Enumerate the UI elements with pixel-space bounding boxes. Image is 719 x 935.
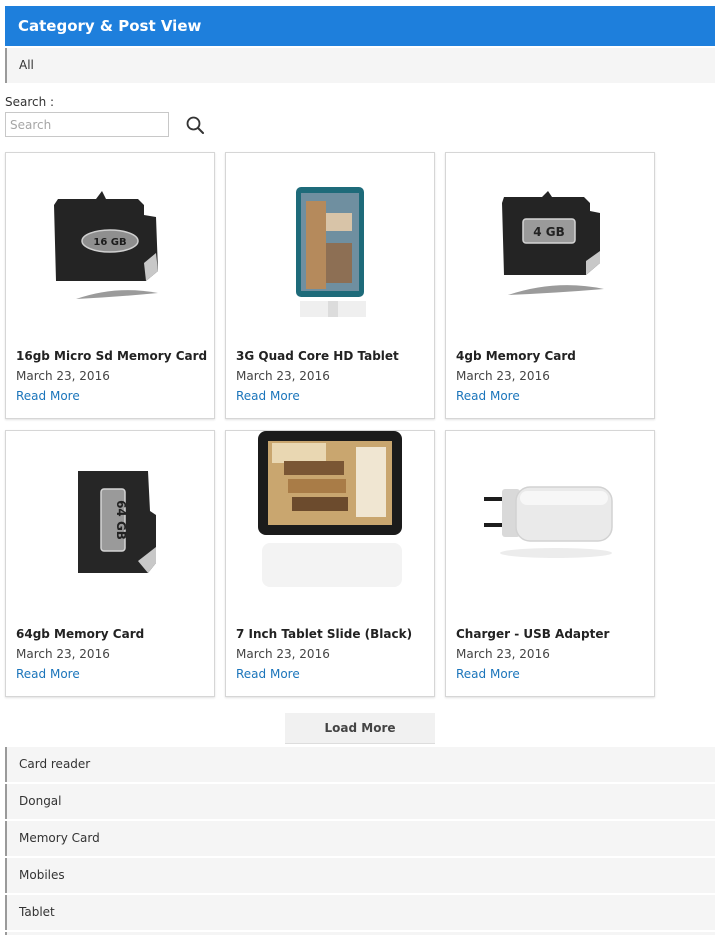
post-title[interactable]: Charger - USB Adapter [456, 627, 609, 641]
read-more-link[interactable]: Read More [456, 667, 520, 681]
category-item-tablet[interactable]: Tablet [5, 895, 715, 930]
post-date: March 23, 2016 [16, 647, 110, 661]
search-label: Search : [5, 95, 55, 109]
post-title[interactable]: 4gb Memory Card [456, 349, 576, 363]
product-image[interactable] [226, 153, 434, 333]
category-item-memory-card[interactable]: Memory Card [5, 821, 715, 856]
product-image[interactable] [226, 431, 434, 611]
category-label: Tablet [19, 905, 55, 919]
post-date: March 23, 2016 [16, 369, 110, 383]
post-title[interactable]: 64gb Memory Card [16, 627, 144, 641]
post-date: March 23, 2016 [236, 647, 330, 661]
category-item-card-reader[interactable]: Card reader [5, 747, 715, 782]
category-item-dongal[interactable]: Dongal [5, 784, 715, 819]
post-card: 7 Inch Tablet Slide (Black) March 23, 20… [225, 430, 435, 697]
product-image[interactable]: 4 GB [446, 153, 654, 333]
product-image[interactable] [446, 431, 654, 611]
post-title[interactable]: 16gb Micro Sd Memory Card [16, 349, 207, 363]
post-date: March 23, 2016 [236, 369, 330, 383]
category-label: Card reader [19, 757, 91, 771]
category-label: Dongal [19, 794, 62, 808]
category-item-mobiles[interactable]: Mobiles [5, 858, 715, 893]
read-more-link[interactable]: Read More [16, 389, 80, 403]
read-more-link[interactable]: Read More [236, 389, 300, 403]
search-icon[interactable] [185, 115, 205, 135]
page-title: Category & Post View [18, 17, 202, 35]
category-label: Mobiles [19, 868, 65, 882]
card-image-label: 4 GB [533, 225, 565, 239]
card-image-label: 64 GB [114, 500, 128, 540]
product-image[interactable]: 64 GB [6, 431, 214, 611]
load-more-button[interactable]: Load More [285, 713, 435, 744]
search-input[interactable] [5, 112, 169, 137]
post-card: 4 GB 4gb Memory Card March 23, 2016 Read… [445, 152, 655, 419]
read-more-link[interactable]: Read More [456, 389, 520, 403]
post-title[interactable]: 7 Inch Tablet Slide (Black) [236, 627, 412, 641]
post-date: March 23, 2016 [456, 369, 550, 383]
read-more-link[interactable]: Read More [236, 667, 300, 681]
page-header: Category & Post View [5, 6, 715, 46]
post-date: March 23, 2016 [456, 647, 550, 661]
read-more-link[interactable]: Read More [16, 667, 80, 681]
card-image-label: 16 GB [93, 237, 126, 248]
post-card: Charger - USB Adapter March 23, 2016 Rea… [445, 430, 655, 697]
post-card: 64 GB 64gb Memory Card March 23, 2016 Re… [5, 430, 215, 697]
post-title[interactable]: 3G Quad Core HD Tablet [236, 349, 399, 363]
post-card: 16 GB 16gb Micro Sd Memory Card March 23… [5, 152, 215, 419]
category-label: All [19, 58, 34, 72]
category-label: Memory Card [19, 831, 100, 845]
product-image[interactable]: 16 GB [6, 153, 214, 333]
post-card: 3G Quad Core HD Tablet March 23, 2016 Re… [225, 152, 435, 419]
category-item-all[interactable]: All [5, 48, 715, 83]
